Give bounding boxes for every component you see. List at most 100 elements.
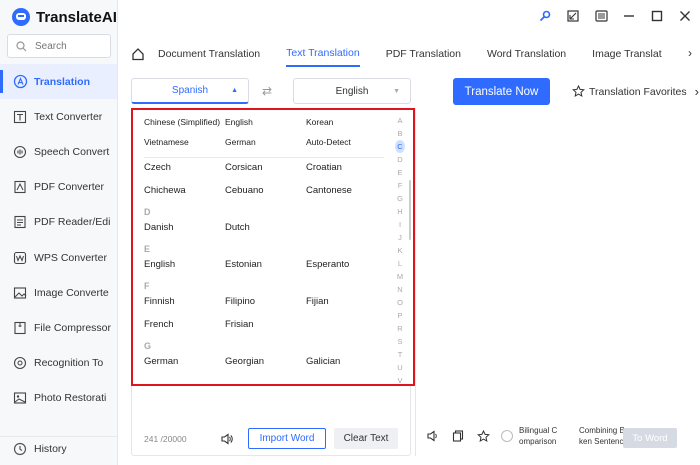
bilingual-toggle[interactable]	[501, 430, 513, 442]
alphabet-letter[interactable]: V	[395, 374, 405, 384]
language-option[interactable]: Vietnamese	[144, 137, 189, 147]
language-option[interactable]: Finnish	[144, 296, 175, 307]
alphabet-letter[interactable]: D	[395, 153, 405, 166]
speaker-output-icon[interactable]	[426, 429, 440, 443]
language-option[interactable]: Cantonese	[306, 185, 352, 196]
sidebar-item-translation[interactable]: Translation	[0, 64, 117, 100]
screenshot-icon[interactable]	[566, 9, 580, 23]
alphabet-letter[interactable]: I	[395, 218, 405, 231]
alphabet-letter[interactable]: E	[395, 166, 405, 179]
language-option[interactable]: Estonian	[225, 259, 262, 270]
language-option[interactable]: Croatian	[306, 162, 342, 173]
source-language-label: Spanish	[171, 85, 209, 96]
tab-word-translation[interactable]: Word Translation	[487, 42, 566, 66]
translate-now-button[interactable]: Translate Now	[453, 78, 550, 105]
language-dropdown: ABCDEFGHIJKLMNOPRSTUVW Chinese (Simplifi…	[131, 108, 415, 386]
settings-icon[interactable]	[594, 9, 608, 23]
alphabet-letter[interactable]: K	[395, 244, 405, 257]
language-option[interactable]: Korean	[306, 117, 333, 127]
language-option[interactable]: Chinese (Simplified)	[144, 117, 220, 127]
language-option[interactable]: Galician	[306, 356, 340, 367]
tab-document-translation[interactable]: Document Translation	[158, 42, 260, 66]
sidebar-item-pdf-reader-edi[interactable]: PDF Reader/Edi	[0, 205, 117, 240]
history-button[interactable]: History	[0, 436, 117, 460]
to-word-button: To Word	[623, 428, 677, 448]
sidebar-item-photo-restorati[interactable]: Photo Restorati	[0, 381, 117, 416]
letter-heading: D	[144, 207, 151, 217]
search-input[interactable]	[35, 40, 105, 52]
pin-icon[interactable]	[538, 9, 552, 23]
alphabet-letter[interactable]: R	[395, 322, 405, 335]
sidebar-item-wps-converter[interactable]: WPS Converter	[0, 240, 117, 275]
clear-text-button[interactable]: Clear Text	[334, 428, 398, 449]
recognition-icon	[12, 355, 28, 371]
sidebar-item-speech-convert[interactable]: Speech Convert	[0, 134, 117, 169]
search-box[interactable]	[7, 34, 111, 58]
alphabet-letter[interactable]: B	[395, 127, 405, 140]
alphabet-letter[interactable]: J	[395, 231, 405, 244]
maximize-icon[interactable]	[650, 9, 664, 23]
language-option[interactable]: Dutch	[225, 222, 250, 233]
history-label: History	[34, 442, 67, 455]
language-row: English Estonian Esperanto	[133, 259, 383, 273]
sidebar-item-text-converter[interactable]: Text Converter	[0, 99, 117, 134]
sidebar-item-recognition-to[interactable]: Recognition To	[0, 346, 117, 381]
language-option[interactable]: English	[225, 117, 253, 127]
alphabet-letter[interactable]: F	[395, 179, 405, 192]
caret-up-icon: ▲	[231, 87, 238, 94]
language-option[interactable]: Corsican	[225, 162, 263, 173]
alphabet-letter[interactable]: L	[395, 257, 405, 270]
import-word-button[interactable]: Import Word	[248, 428, 326, 449]
alphabet-letter[interactable]: M	[395, 270, 405, 283]
alphabet-letter[interactable]: N	[395, 283, 405, 296]
language-option[interactable]: Czech	[144, 162, 171, 173]
alphabet-letter[interactable]: H	[395, 205, 405, 218]
alphabet-letter[interactable]: P	[395, 309, 405, 322]
language-option[interactable]: Chichewa	[144, 185, 186, 196]
sidebar-item-pdf-converter[interactable]: PDF Converter	[0, 170, 117, 205]
language-option[interactable]: Georgian	[225, 356, 264, 367]
alphabet-letter[interactable]: U	[395, 361, 405, 374]
language-option[interactable]: Frisian	[225, 319, 254, 330]
home-icon[interactable]	[130, 46, 146, 62]
speaker-icon[interactable]	[221, 432, 233, 450]
sidebar-item-file-compressor[interactable]: File Compressor	[0, 310, 117, 345]
source-language-select[interactable]: Spanish ▲	[131, 78, 249, 104]
tab-pdf-translation[interactable]: PDF Translation	[386, 42, 461, 66]
panel-divider	[415, 108, 416, 456]
sidebar-item-label: Photo Restorati	[34, 392, 107, 405]
language-option[interactable]: Auto-Detect	[306, 137, 351, 147]
tab-image-translation[interactable]: Image Translat	[592, 42, 661, 66]
language-option[interactable]: Filipino	[225, 296, 255, 307]
alphabet-letter[interactable]: C	[395, 140, 405, 153]
language-option[interactable]: Danish	[144, 222, 174, 233]
image-icon	[12, 285, 28, 301]
alphabet-letter[interactable]: O	[395, 296, 405, 309]
language-row: Chinese (Simplified) English Korean	[133, 117, 383, 131]
target-language-select[interactable]: English ▼	[293, 78, 411, 104]
translation-favorites[interactable]: Translation Favorites ›	[572, 84, 699, 99]
language-option[interactable]: Cebuano	[225, 185, 264, 196]
language-option[interactable]: German	[225, 137, 256, 147]
alphabet-letter[interactable]: S	[395, 335, 405, 348]
language-option[interactable]: Esperanto	[306, 259, 349, 270]
alphabet-letter[interactable]: T	[395, 348, 405, 361]
language-option[interactable]: German	[144, 356, 178, 367]
sidebar-item-label: Speech Convert	[34, 145, 110, 158]
language-row: French Frisian	[133, 319, 383, 333]
language-option[interactable]: Fijian	[306, 296, 329, 307]
close-icon[interactable]	[678, 9, 692, 23]
language-option[interactable]: French	[144, 319, 174, 330]
swap-languages-icon[interactable]: ⇄	[262, 84, 272, 98]
copy-icon[interactable]	[451, 429, 465, 443]
scrollbar[interactable]	[409, 180, 411, 240]
letter-heading: F	[144, 281, 150, 291]
tabs-scroll-right-icon[interactable]: ›	[688, 46, 692, 60]
language-option[interactable]: English	[144, 259, 175, 270]
tab-text-translation[interactable]: Text Translation	[286, 41, 360, 67]
sidebar-item-image-converte[interactable]: Image Converte	[0, 275, 117, 310]
minimize-icon[interactable]	[622, 9, 636, 23]
alphabet-letter[interactable]: A	[395, 114, 405, 127]
alphabet-letter[interactable]: G	[395, 192, 405, 205]
star-icon[interactable]	[476, 429, 490, 443]
